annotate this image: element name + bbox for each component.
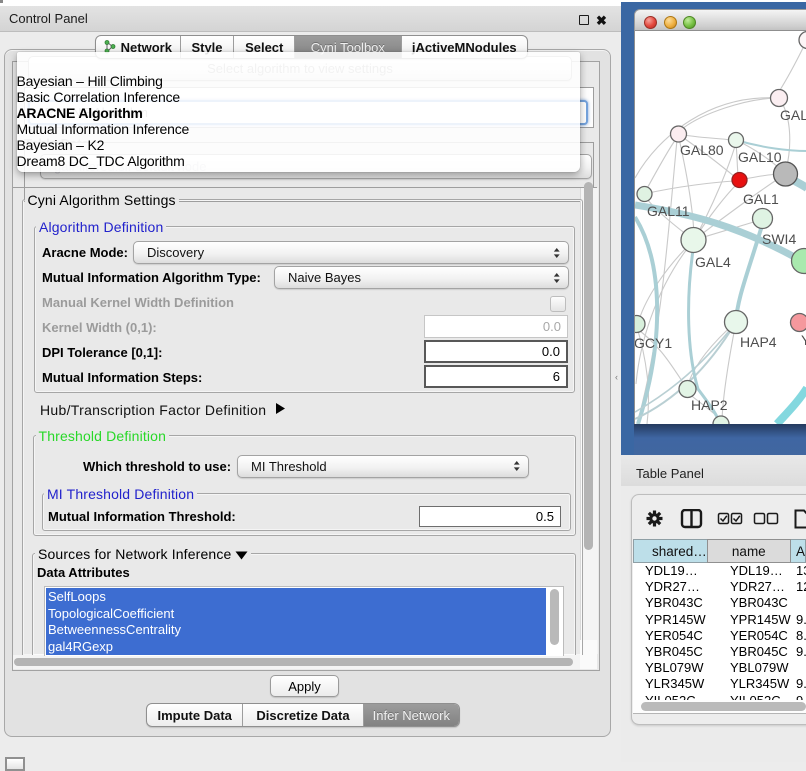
svg-text:GAL11: GAL11 [647,203,690,219]
svg-text:HAP4: HAP4 [740,334,777,350]
svg-text:GAL2: GAL2 [780,107,806,123]
svg-text:Y: Y [801,332,806,348]
svg-text:GAL10: GAL10 [738,149,782,165]
svg-text:SWI4: SWI4 [762,231,796,247]
svg-text:HAP2: HAP2 [691,397,728,413]
svg-text:GAL4: GAL4 [695,254,731,270]
svg-text:GAL80: GAL80 [680,142,724,158]
svg-text:GCY1: GCY1 [634,335,672,351]
svg-text:GAL1: GAL1 [743,191,779,207]
